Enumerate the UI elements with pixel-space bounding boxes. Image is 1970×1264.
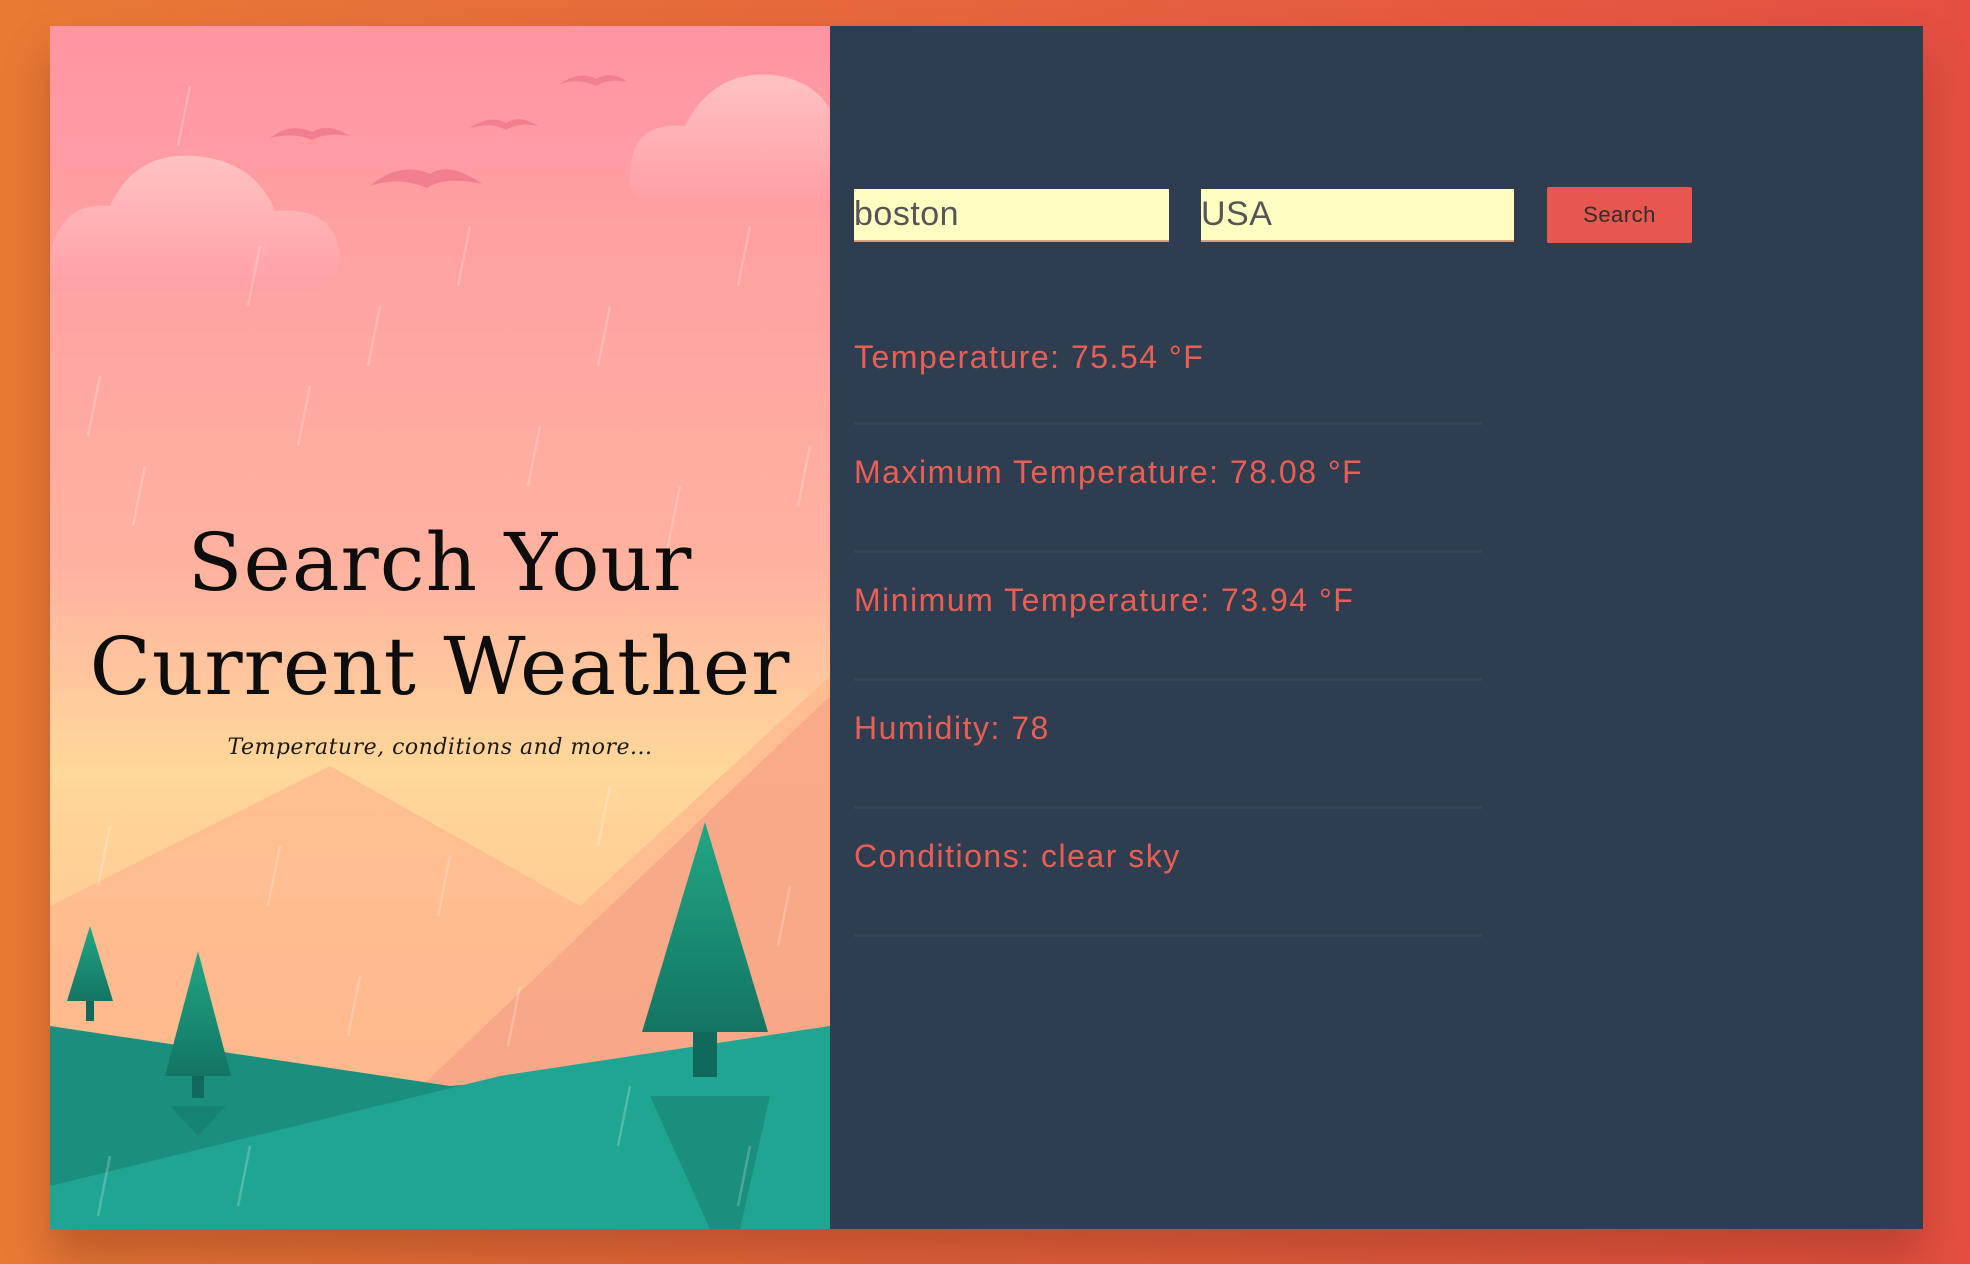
city-input[interactable] bbox=[854, 188, 1169, 242]
min-temperature-text: Minimum Temperature: 73.94 °F bbox=[854, 582, 1355, 618]
weather-results: Temperature: 75.54 °F Maximum Temperatur… bbox=[854, 322, 1482, 937]
weather-panel: Search Temperature: 75.54 °F Maximum Tem… bbox=[830, 26, 1923, 1229]
result-temperature: Temperature: 75.54 °F bbox=[854, 322, 1482, 425]
app-window: Search Your Current Weather Temperature,… bbox=[50, 26, 1923, 1229]
humidity-text: Humidity: 78 bbox=[854, 710, 1050, 746]
search-button[interactable]: Search bbox=[1547, 187, 1692, 243]
page-subtitle: Temperature, conditions and more... bbox=[227, 735, 653, 760]
result-max-temperature: Maximum Temperature: 78.08 °F bbox=[854, 425, 1482, 553]
country-input[interactable] bbox=[1201, 188, 1514, 242]
temperature-text: Temperature: 75.54 °F bbox=[854, 338, 1205, 375]
result-min-temperature: Minimum Temperature: 73.94 °F bbox=[854, 553, 1482, 681]
result-conditions: Conditions: clear sky bbox=[854, 809, 1482, 937]
conditions-text: Conditions: clear sky bbox=[854, 838, 1181, 874]
hero-text: Search Your Current Weather Temperature,… bbox=[50, 511, 830, 760]
page-title: Search Your Current Weather bbox=[89, 516, 791, 713]
search-form: Search bbox=[854, 187, 1692, 243]
hero-panel: Search Your Current Weather Temperature,… bbox=[50, 26, 830, 1229]
result-humidity: Humidity: 78 bbox=[854, 681, 1482, 809]
max-temperature-text: Maximum Temperature: 78.08 °F bbox=[854, 454, 1364, 490]
